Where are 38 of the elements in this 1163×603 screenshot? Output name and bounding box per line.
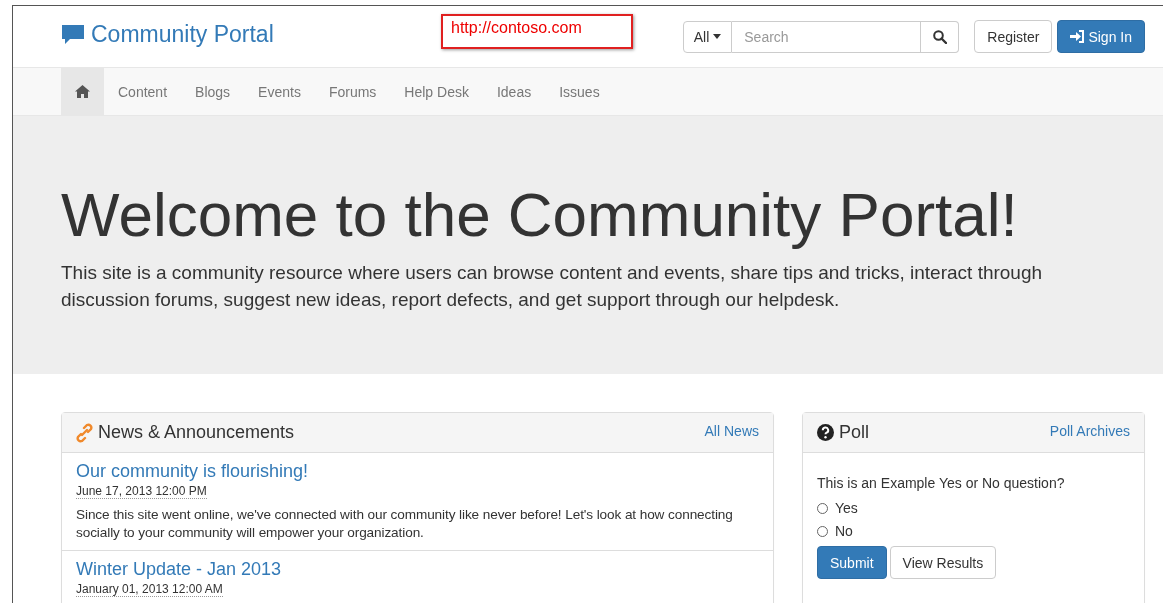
register-button[interactable]: Register <box>974 20 1053 53</box>
option-label[interactable]: No <box>835 523 853 539</box>
home-tab[interactable] <box>61 68 104 115</box>
submit-button[interactable]: Submit <box>817 546 887 579</box>
chat-bubble-icon <box>61 23 85 46</box>
panel-title: News & Announcements <box>98 422 295 443</box>
hero-title: Welcome to the Community Portal! <box>61 179 1019 251</box>
caret-icon <box>713 34 722 39</box>
hero-text: This site is a community resource where users can browse content and events, share tips and tricks, interact through discussion forums, suggest new ideas, report defects, and get support through our helpdesk. <box>61 261 1044 312</box>
news-summary: Since this site went online, we've connected with our community like never before! Let's look at how connecting socially to your community will empower your organization. <box>76 506 734 542</box>
panel-link[interactable]: Poll Archives <box>1049 423 1130 439</box>
brand-link[interactable]: Community Portal <box>61 21 274 48</box>
news-title-link[interactable]: Winter Update - Jan 2013 <box>76 559 282 580</box>
nav-link[interactable]: Issues <box>545 68 614 115</box>
link-icon <box>76 422 93 443</box>
search-button[interactable] <box>921 20 960 53</box>
nav-link[interactable]: Forums <box>314 68 391 115</box>
nav-link[interactable]: Ideas <box>482 68 546 115</box>
sign-in-icon <box>1070 30 1086 43</box>
panel-title: Poll <box>839 422 869 443</box>
view-results-button[interactable]: View Results <box>889 546 997 579</box>
option-label[interactable]: Yes <box>835 500 858 516</box>
nav-link[interactable]: Events <box>244 68 315 115</box>
news-title-link[interactable]: Our community is flourishing! <box>76 461 309 482</box>
question-circle-icon <box>817 424 834 441</box>
url-callout: http://contoso.com <box>441 14 633 49</box>
search-field[interactable]: Search <box>732 20 922 53</box>
panel-link[interactable]: All News <box>704 423 759 439</box>
nav-link[interactable]: Blogs <box>181 68 245 115</box>
scope-dropdown[interactable]: All <box>682 20 733 53</box>
home-icon <box>75 85 90 98</box>
poll-question: This is an Example Yes or No question? <box>817 475 1066 491</box>
news-date: June 17, 2013 12:00 PM <box>76 484 207 499</box>
nav-link[interactable]: Help Desk <box>390 68 483 115</box>
nav-link[interactable]: Content <box>104 68 182 115</box>
search-icon <box>932 29 947 44</box>
news-date: January 01, 2013 12:00 AM <box>76 582 223 597</box>
sign-in-button[interactable]: Sign In <box>1057 20 1145 53</box>
